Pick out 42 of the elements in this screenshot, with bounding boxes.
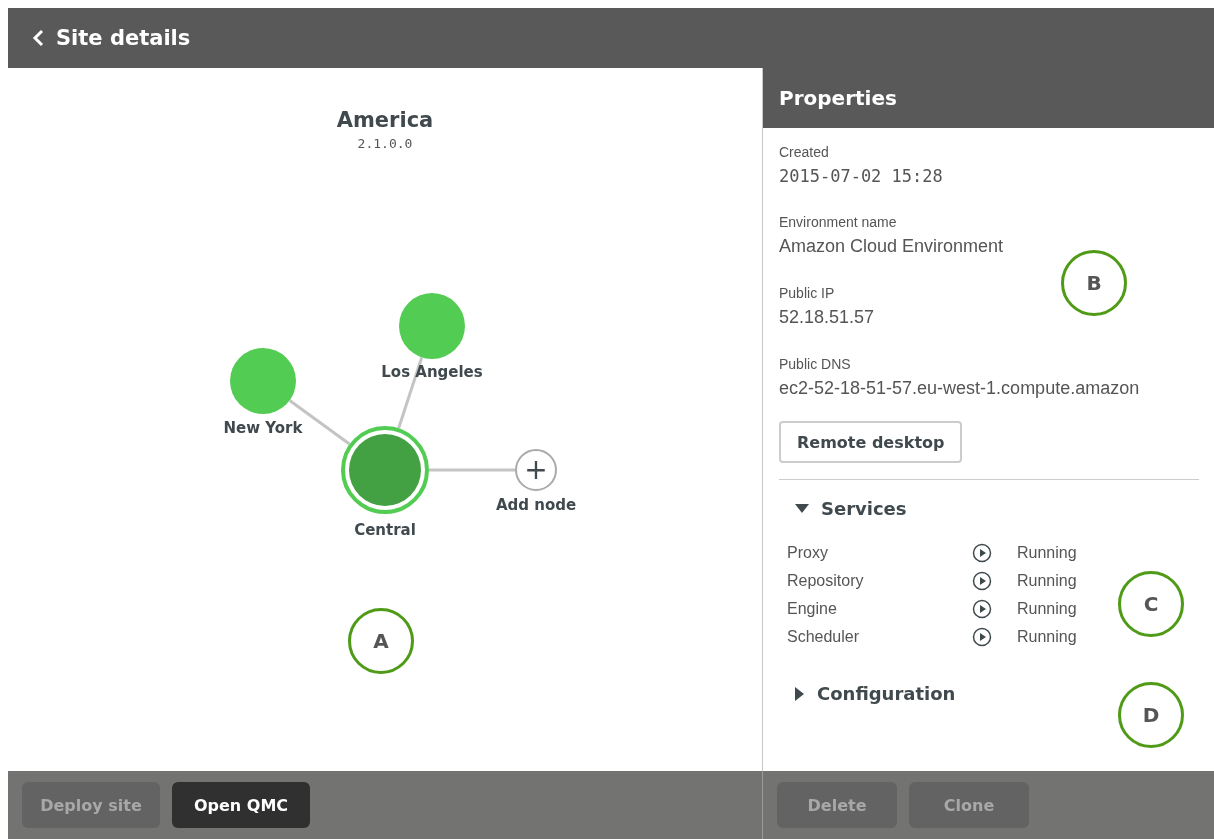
site-version: 2.1.0.0 bbox=[357, 136, 413, 151]
page-title: Site details bbox=[56, 26, 191, 50]
caret-right-icon bbox=[795, 686, 805, 701]
node-label: Los Angeles bbox=[381, 363, 483, 381]
callout-marker: C bbox=[1118, 571, 1184, 637]
site-node[interactable] bbox=[399, 293, 465, 359]
section-header[interactable]: Services bbox=[779, 498, 1200, 519]
callout-marker: B bbox=[1061, 250, 1127, 316]
service-name: Scheduler bbox=[787, 628, 861, 646]
field-label: Public DNS bbox=[779, 356, 851, 372]
service-name: Proxy bbox=[787, 544, 829, 562]
service-name: Repository bbox=[787, 572, 865, 590]
field-value: 52.18.51.57 bbox=[779, 307, 875, 328]
panel-title: Properties bbox=[779, 86, 897, 110]
remote-desktop-button[interactable]: Remote desktop bbox=[779, 421, 963, 463]
field-value: ec2-52-18-51-57.eu-west-1.compute.amazon bbox=[779, 378, 1140, 399]
node-label: New York bbox=[223, 419, 303, 437]
callout-marker: D bbox=[1118, 682, 1184, 748]
node-label: Central bbox=[354, 521, 416, 539]
play-icon[interactable] bbox=[972, 599, 992, 619]
field-label: Environment name bbox=[779, 214, 897, 230]
central-node[interactable] bbox=[341, 426, 429, 514]
callout-marker: A bbox=[348, 608, 414, 674]
caret-down-icon bbox=[795, 503, 809, 514]
field-value: Amazon Cloud Environment bbox=[779, 236, 1004, 257]
site-node[interactable] bbox=[230, 348, 296, 414]
service-status: Running bbox=[1017, 628, 1078, 646]
play-icon[interactable] bbox=[972, 571, 992, 591]
field-value: 2015-07-02 15:28 bbox=[779, 166, 943, 186]
service-status: Running bbox=[1017, 600, 1078, 618]
node-label: Add node bbox=[495, 496, 577, 514]
service-status: Running bbox=[1017, 544, 1078, 562]
add-node-button[interactable]: + bbox=[515, 449, 557, 491]
site-name: America bbox=[336, 108, 434, 132]
field-label: Created bbox=[779, 144, 829, 160]
open-qmc-button[interactable]: Open QMC bbox=[172, 782, 310, 828]
play-icon[interactable] bbox=[972, 543, 992, 563]
play-icon[interactable] bbox=[972, 627, 992, 647]
service-name: Engine bbox=[787, 600, 838, 618]
service-status: Running bbox=[1017, 572, 1078, 590]
back-icon[interactable] bbox=[32, 29, 44, 47]
field-label: Public IP bbox=[779, 285, 835, 301]
